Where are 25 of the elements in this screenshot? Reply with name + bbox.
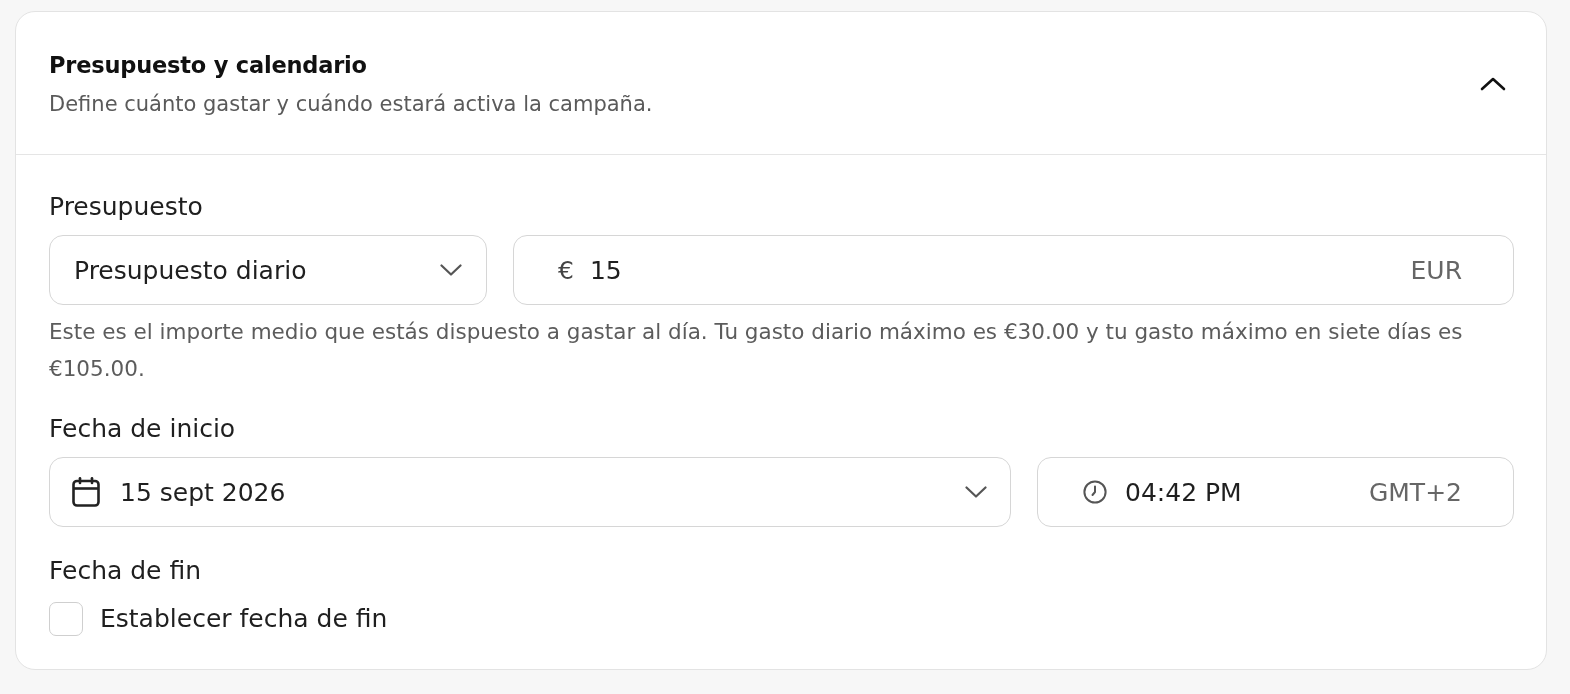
field-label: Presupuesto bbox=[49, 191, 204, 223]
chevron-down-icon bbox=[965, 486, 987, 498]
chevron-up-icon bbox=[1480, 77, 1506, 91]
amount-value: 15 bbox=[589, 255, 622, 285]
helper-text: Este es el importe medio que estás dispuesto a gastar al día. Tu gasto diario máximo es €30.00 y tu gasto máximo en siete días es €105.00. bbox=[49, 318, 1464, 383]
collapse-button[interactable] bbox=[1480, 77, 1506, 91]
select-value: Presupuesto diario bbox=[74, 255, 307, 285]
clock-icon bbox=[1083, 480, 1107, 504]
time-value: 04:42 PM bbox=[1125, 477, 1242, 507]
currency-code: EUR bbox=[1410, 255, 1462, 285]
date-select[interactable]: 15 sept 2026 bbox=[49, 457, 1011, 527]
checkbox-label[interactable]: Establecer fecha de fin bbox=[100, 603, 388, 635]
chevron-down-icon bbox=[440, 264, 462, 276]
timezone-label: GMT+2 bbox=[1368, 477, 1462, 507]
checkbox[interactable] bbox=[49, 602, 83, 636]
field-label: Fecha de fin bbox=[49, 555, 203, 587]
amount-field[interactable]: € 15 EUR bbox=[513, 235, 1514, 305]
date-value: 15 sept 2026 bbox=[120, 477, 286, 507]
section-title: Presupuesto y calendario bbox=[49, 51, 368, 80]
field-label: Fecha de inicio bbox=[49, 413, 237, 445]
section-description: Define cuánto gastar y cuándo estará activa la campaña. bbox=[49, 91, 653, 118]
time-field[interactable]: 04:42 PM GMT+2 bbox=[1037, 457, 1514, 527]
calendar-icon bbox=[72, 477, 100, 507]
budget-type-select[interactable]: Presupuesto diario bbox=[49, 235, 487, 305]
currency-symbol: € bbox=[558, 255, 574, 285]
